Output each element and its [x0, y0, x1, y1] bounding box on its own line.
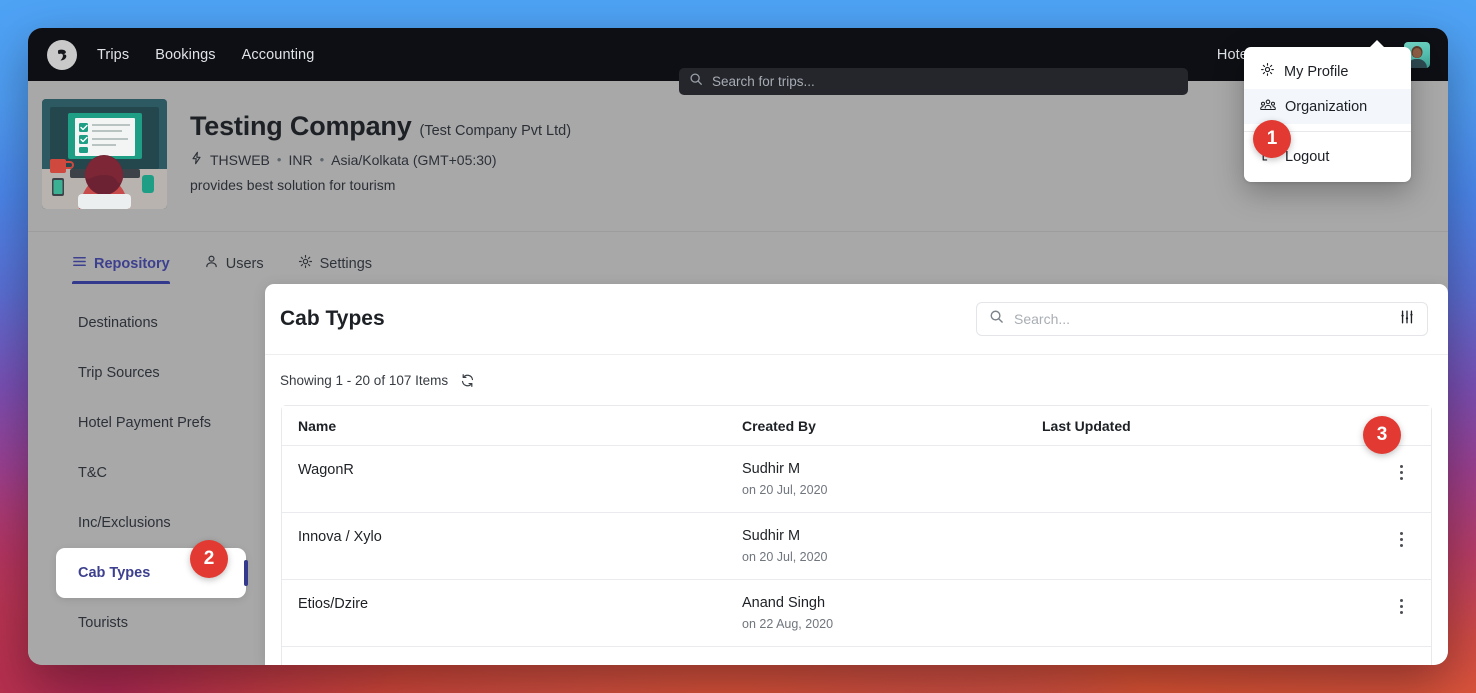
global-search-placeholder: Search for trips...: [712, 74, 815, 89]
company-description: provides best solution for tourism: [190, 177, 571, 193]
company-currency: INR: [288, 152, 312, 168]
primary-nav-links: Trips Bookings Accounting: [97, 47, 314, 63]
cab-types-table: Name Created By Last Updated WagonR Sudh…: [281, 405, 1432, 665]
step-badge-1: 1: [1253, 120, 1291, 158]
sidebar-label: Hotel Payment Prefs: [78, 415, 211, 431]
sidebar-item-destinations[interactable]: Destinations: [56, 298, 246, 348]
sidebar-item-tourists[interactable]: Tourists: [56, 598, 246, 648]
cell-name: WagonR: [298, 462, 354, 478]
table-row[interactable]: Etios/Dzire Anand Singh on 22 Aug, 2020: [282, 580, 1431, 647]
page-title: Cab Types: [280, 307, 385, 331]
company-legal-name: (Test Company Pvt Ltd): [420, 123, 572, 139]
menu-item-label: My Profile: [1284, 64, 1348, 80]
nav-link-trips[interactable]: Trips: [97, 47, 129, 63]
app-window: Trips Bookings Accounting Search for tri…: [28, 28, 1448, 665]
step-badge-2: 2: [190, 540, 228, 578]
sidebar-label: Tourists: [78, 615, 128, 631]
list-icon: [72, 254, 87, 273]
tab-users-label: Users: [226, 256, 264, 272]
cell-created-by: Sudhir M: [742, 528, 1026, 544]
search-icon: [989, 309, 1004, 329]
table-row[interactable]: Innova / Xylo Sudhir M on 20 Jul, 2020: [282, 513, 1431, 580]
nav-link-bookings[interactable]: Bookings: [155, 47, 215, 63]
sidebar-label: Trip Sources: [78, 365, 160, 381]
top-navigation-bar: Trips Bookings Accounting Search for tri…: [28, 28, 1448, 81]
sidebar-label: T&C: [78, 465, 107, 481]
cell-created-on: on 20 Jul, 2020: [742, 550, 1026, 564]
profile-dropdown-menu: My Profile Organization Logout: [1244, 47, 1411, 182]
gear-icon: [1260, 62, 1275, 81]
table-search-input[interactable]: Search...: [976, 302, 1428, 336]
filter-sliders-icon[interactable]: [1399, 309, 1415, 330]
company-info: Testing Company (Test Company Pvt Ltd) T…: [190, 99, 571, 193]
company-code-icon: [190, 151, 203, 168]
cell-created-by: Sudhir M: [742, 461, 1026, 477]
company-timezone: Asia/Kolkata (GMT+05:30): [331, 152, 496, 168]
table-row[interactable]: WagonR Sudhir M on 20 Jul, 2020: [282, 446, 1431, 513]
column-header-created-by: Created By: [726, 418, 1026, 434]
company-code: THSWEB: [210, 152, 270, 168]
meta-separator-2: •: [320, 152, 325, 167]
repository-sidebar: Destinations Trip Sources Hotel Payment …: [56, 284, 246, 665]
sidebar-item-hotel-payment-prefs[interactable]: Hotel Payment Prefs: [56, 398, 246, 448]
section-tabs: Repository Users Settings: [28, 231, 1448, 284]
tab-repository[interactable]: Repository: [72, 254, 170, 284]
tab-settings-label: Settings: [320, 256, 372, 272]
people-group-icon: [1260, 97, 1276, 116]
company-meta: THSWEB • INR • Asia/Kolkata (GMT+05:30): [190, 151, 571, 168]
app-logo-icon[interactable]: [47, 40, 77, 70]
nav-link-accounting[interactable]: Accounting: [242, 47, 315, 63]
sidebar-label: Cab Types: [78, 565, 150, 581]
table-search-placeholder: Search...: [1014, 311, 1389, 327]
company-title-row: Testing Company (Test Company Pvt Ltd): [190, 111, 571, 142]
menu-item-my-profile[interactable]: My Profile: [1244, 54, 1411, 89]
panel-header: Cab Types Search...: [265, 284, 1448, 355]
step-badge-3: 3: [1363, 416, 1401, 454]
users-icon: [204, 254, 219, 273]
company-illustration: [42, 99, 167, 209]
tab-repository-label: Repository: [94, 256, 170, 272]
column-header-last-updated: Last Updated: [1026, 418, 1371, 434]
kebab-menu-icon[interactable]: [1400, 595, 1403, 617]
sidebar-label: Inc/Exclusions: [78, 515, 171, 531]
kebab-menu-icon[interactable]: [1400, 461, 1403, 483]
tab-users[interactable]: Users: [204, 254, 264, 284]
avatar-face: [1413, 48, 1422, 58]
menu-item-label: Logout: [1285, 149, 1329, 165]
menu-item-organization[interactable]: Organization: [1244, 89, 1411, 124]
cell-created-by: Anand Singh: [742, 595, 1026, 611]
company-name: Testing Company: [190, 111, 412, 142]
menu-item-label: Organization: [1285, 99, 1367, 115]
cell-name: Etios/Dzire: [298, 596, 368, 612]
table-row[interactable]: [282, 647, 1431, 665]
global-search-input[interactable]: Search for trips...: [679, 68, 1188, 95]
tab-settings[interactable]: Settings: [298, 254, 372, 284]
company-header: Testing Company (Test Company Pvt Ltd) T…: [28, 81, 1448, 231]
sidebar-item-inc-exclusions[interactable]: Inc/Exclusions: [56, 498, 246, 548]
cell-created-on: on 20 Jul, 2020: [742, 483, 1026, 497]
refresh-icon[interactable]: [460, 373, 475, 388]
sidebar-label: Destinations: [78, 315, 158, 331]
content-area: Destinations Trip Sources Hotel Payment …: [28, 284, 1448, 665]
pagination-summary: Showing 1 - 20 of 107 Items: [265, 355, 1448, 405]
column-header-name: Name: [282, 418, 726, 434]
showing-count-text: Showing 1 - 20 of 107 Items: [280, 373, 448, 388]
cab-types-panel: Cab Types Search...: [265, 284, 1448, 665]
meta-separator-1: •: [277, 152, 282, 167]
sidebar-item-trip-sources[interactable]: Trip Sources: [56, 348, 246, 398]
cell-name: Innova / Xylo: [298, 529, 382, 545]
sidebar-item-tnc[interactable]: T&C: [56, 448, 246, 498]
table-header-row: Name Created By Last Updated: [282, 406, 1431, 446]
cell-created-on: on 22 Aug, 2020: [742, 617, 1026, 631]
search-icon: [689, 72, 703, 91]
kebab-menu-icon[interactable]: [1400, 528, 1403, 550]
gear-icon: [298, 254, 313, 273]
